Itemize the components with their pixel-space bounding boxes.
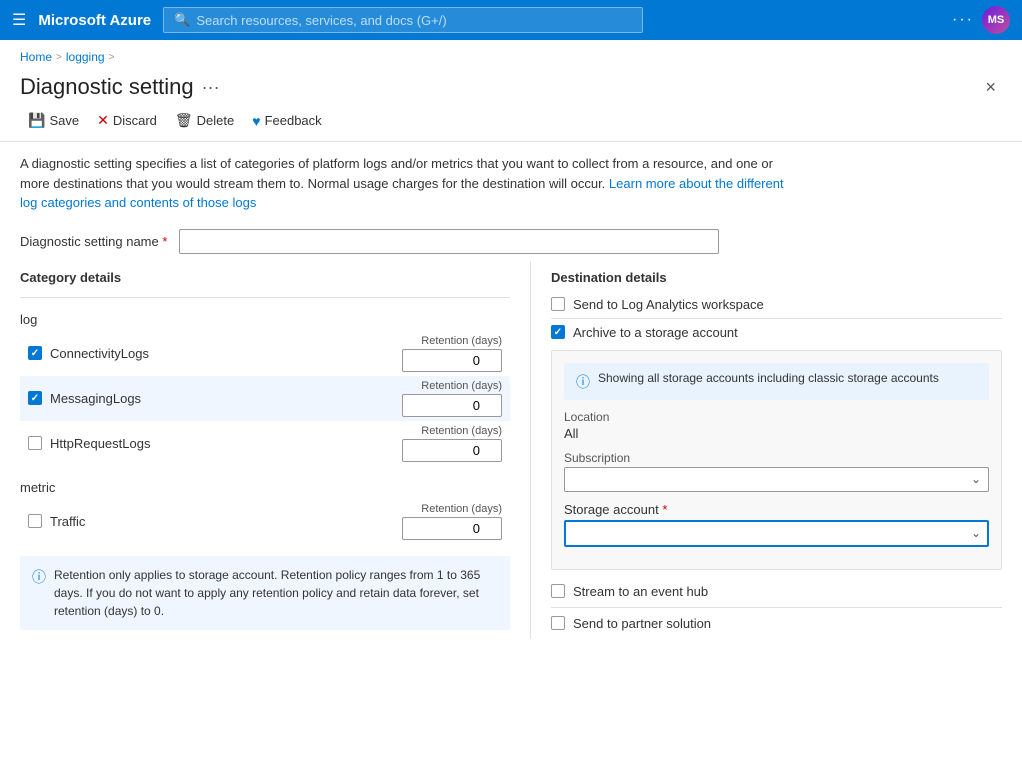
search-icon: 🔍 bbox=[174, 12, 190, 28]
avatar[interactable]: MS bbox=[982, 6, 1010, 34]
httprequest-retention-label: Retention (days) bbox=[421, 425, 502, 437]
stream-event-hub-row: Stream to an event hub bbox=[551, 576, 1002, 608]
top-nav: ☰ Microsoft Azure 🔍 ··· MS bbox=[0, 0, 1022, 40]
delete-button[interactable]: 🗑 Delete bbox=[167, 108, 242, 133]
retention-info-box: ⓘ Retention only applies to storage acco… bbox=[20, 556, 510, 630]
traffic-metric-checkbox[interactable] bbox=[28, 514, 42, 528]
httprequest-logs-checkbox[interactable] bbox=[28, 436, 42, 450]
connectivity-retention-label: Retention (days) bbox=[421, 335, 502, 347]
description: A diagnostic setting specifies a list of… bbox=[0, 142, 820, 221]
archive-expanded-section: ⓘ Showing all storage accounts including… bbox=[551, 350, 1002, 570]
stream-event-hub-checkbox[interactable] bbox=[551, 584, 565, 598]
partner-solution-row: Send to partner solution bbox=[551, 608, 1002, 639]
page-header: Diagnostic setting ··· × bbox=[0, 68, 1022, 100]
location-field: Location All bbox=[564, 410, 989, 441]
breadcrumb: Home > logging > bbox=[0, 40, 1022, 68]
storage-account-select-wrapper: ⌄ bbox=[564, 520, 989, 547]
subscription-select[interactable] bbox=[564, 467, 989, 492]
save-button[interactable]: 💾 Save bbox=[20, 108, 87, 133]
page-title: Diagnostic setting bbox=[20, 74, 194, 100]
diagnostic-name-row: Diagnostic setting name * bbox=[0, 221, 1022, 262]
archive-info-icon: ⓘ bbox=[576, 372, 590, 392]
nav-right: ··· MS bbox=[952, 6, 1010, 34]
nav-more-icon[interactable]: ··· bbox=[952, 11, 974, 29]
connectivity-logs-row: ConnectivityLogs Retention (days) bbox=[20, 331, 510, 376]
log-analytics-row: Send to Log Analytics workspace bbox=[551, 291, 1002, 319]
page-header-left: Diagnostic setting ··· bbox=[20, 74, 220, 100]
traffic-metric-label: Traffic bbox=[50, 514, 85, 529]
httprequest-retention-input[interactable] bbox=[402, 439, 502, 462]
partner-solution-label: Send to partner solution bbox=[573, 616, 711, 631]
breadcrumb-sep1: > bbox=[56, 52, 62, 63]
diagnostic-name-input[interactable] bbox=[179, 229, 719, 254]
delete-icon: 🗑 bbox=[175, 112, 193, 129]
httprequest-logs-row: HttpRequestLogs Retention (days) bbox=[20, 421, 510, 466]
log-analytics-label: Send to Log Analytics workspace bbox=[573, 297, 764, 312]
destination-details-title: Destination details bbox=[551, 262, 1002, 291]
search-input[interactable] bbox=[196, 13, 632, 28]
right-panel: Destination details Send to Log Analytic… bbox=[530, 262, 1002, 639]
connectivity-logs-label: ConnectivityLogs bbox=[50, 346, 149, 361]
archive-storage-label: Archive to a storage account bbox=[573, 325, 738, 340]
main-content: Category details log ConnectivityLogs Re… bbox=[0, 262, 1022, 639]
traffic-metric-row: Traffic Retention (days) bbox=[20, 499, 510, 544]
archive-storage-checkbox[interactable] bbox=[551, 325, 565, 339]
discard-icon: ✕ bbox=[97, 112, 109, 129]
connectivity-logs-checkbox[interactable] bbox=[28, 346, 42, 360]
subscription-label: Subscription bbox=[564, 451, 989, 465]
close-button[interactable]: × bbox=[979, 75, 1002, 100]
storage-account-select[interactable] bbox=[564, 520, 989, 547]
discard-button[interactable]: ✕ Discard bbox=[89, 108, 165, 133]
metric-subsection-title: metric bbox=[20, 474, 510, 499]
search-bar[interactable]: 🔍 bbox=[163, 7, 643, 33]
breadcrumb-logging[interactable]: logging bbox=[66, 50, 105, 64]
diagnostic-name-label: Diagnostic setting name * bbox=[20, 234, 167, 249]
toolbar: 💾 Save ✕ Discard 🗑 Delete ♥ Feedback bbox=[0, 100, 1022, 142]
save-icon: 💾 bbox=[28, 112, 45, 129]
storage-required-indicator: * bbox=[662, 502, 667, 517]
log-subsection-title: log bbox=[20, 306, 510, 331]
archive-info-box: ⓘ Showing all storage accounts including… bbox=[564, 363, 989, 400]
traffic-retention-input[interactable] bbox=[402, 517, 502, 540]
page-ellipsis-menu[interactable]: ··· bbox=[202, 77, 220, 98]
left-panel: Category details log ConnectivityLogs Re… bbox=[20, 262, 530, 639]
archive-info-text: Showing all storage accounts including c… bbox=[598, 371, 939, 392]
subscription-select-wrapper: ⌄ bbox=[564, 467, 989, 492]
retention-info-text: Retention only applies to storage accoun… bbox=[54, 566, 498, 620]
feedback-button[interactable]: ♥ Feedback bbox=[244, 109, 329, 133]
required-indicator: * bbox=[162, 234, 167, 249]
log-analytics-checkbox[interactable] bbox=[551, 297, 565, 311]
partner-solution-checkbox[interactable] bbox=[551, 616, 565, 630]
subscription-field: Subscription ⌄ bbox=[564, 451, 989, 492]
traffic-retention-label: Retention (days) bbox=[421, 503, 502, 515]
httprequest-logs-label: HttpRequestLogs bbox=[50, 436, 150, 451]
storage-account-field: Storage account * ⌄ bbox=[564, 502, 989, 547]
storage-account-label: Storage account * bbox=[564, 502, 989, 517]
category-details-title: Category details bbox=[20, 262, 510, 289]
info-icon: ⓘ bbox=[32, 567, 46, 620]
stream-event-hub-label: Stream to an event hub bbox=[573, 584, 708, 599]
archive-storage-row: Archive to a storage account bbox=[551, 319, 1002, 344]
messaging-logs-row: MessagingLogs Retention (days) bbox=[20, 376, 510, 421]
breadcrumb-home[interactable]: Home bbox=[20, 50, 52, 64]
brand-title: Microsoft Azure bbox=[38, 12, 151, 29]
location-value: All bbox=[564, 426, 989, 441]
messaging-retention-input[interactable] bbox=[402, 394, 502, 417]
messaging-logs-checkbox[interactable] bbox=[28, 391, 42, 405]
location-label: Location bbox=[564, 410, 989, 424]
breadcrumb-sep2: > bbox=[109, 52, 115, 63]
messaging-logs-label: MessagingLogs bbox=[50, 391, 141, 406]
hamburger-icon[interactable]: ☰ bbox=[12, 10, 26, 30]
feedback-icon: ♥ bbox=[252, 113, 260, 129]
messaging-retention-label: Retention (days) bbox=[421, 380, 502, 392]
connectivity-retention-input[interactable] bbox=[402, 349, 502, 372]
